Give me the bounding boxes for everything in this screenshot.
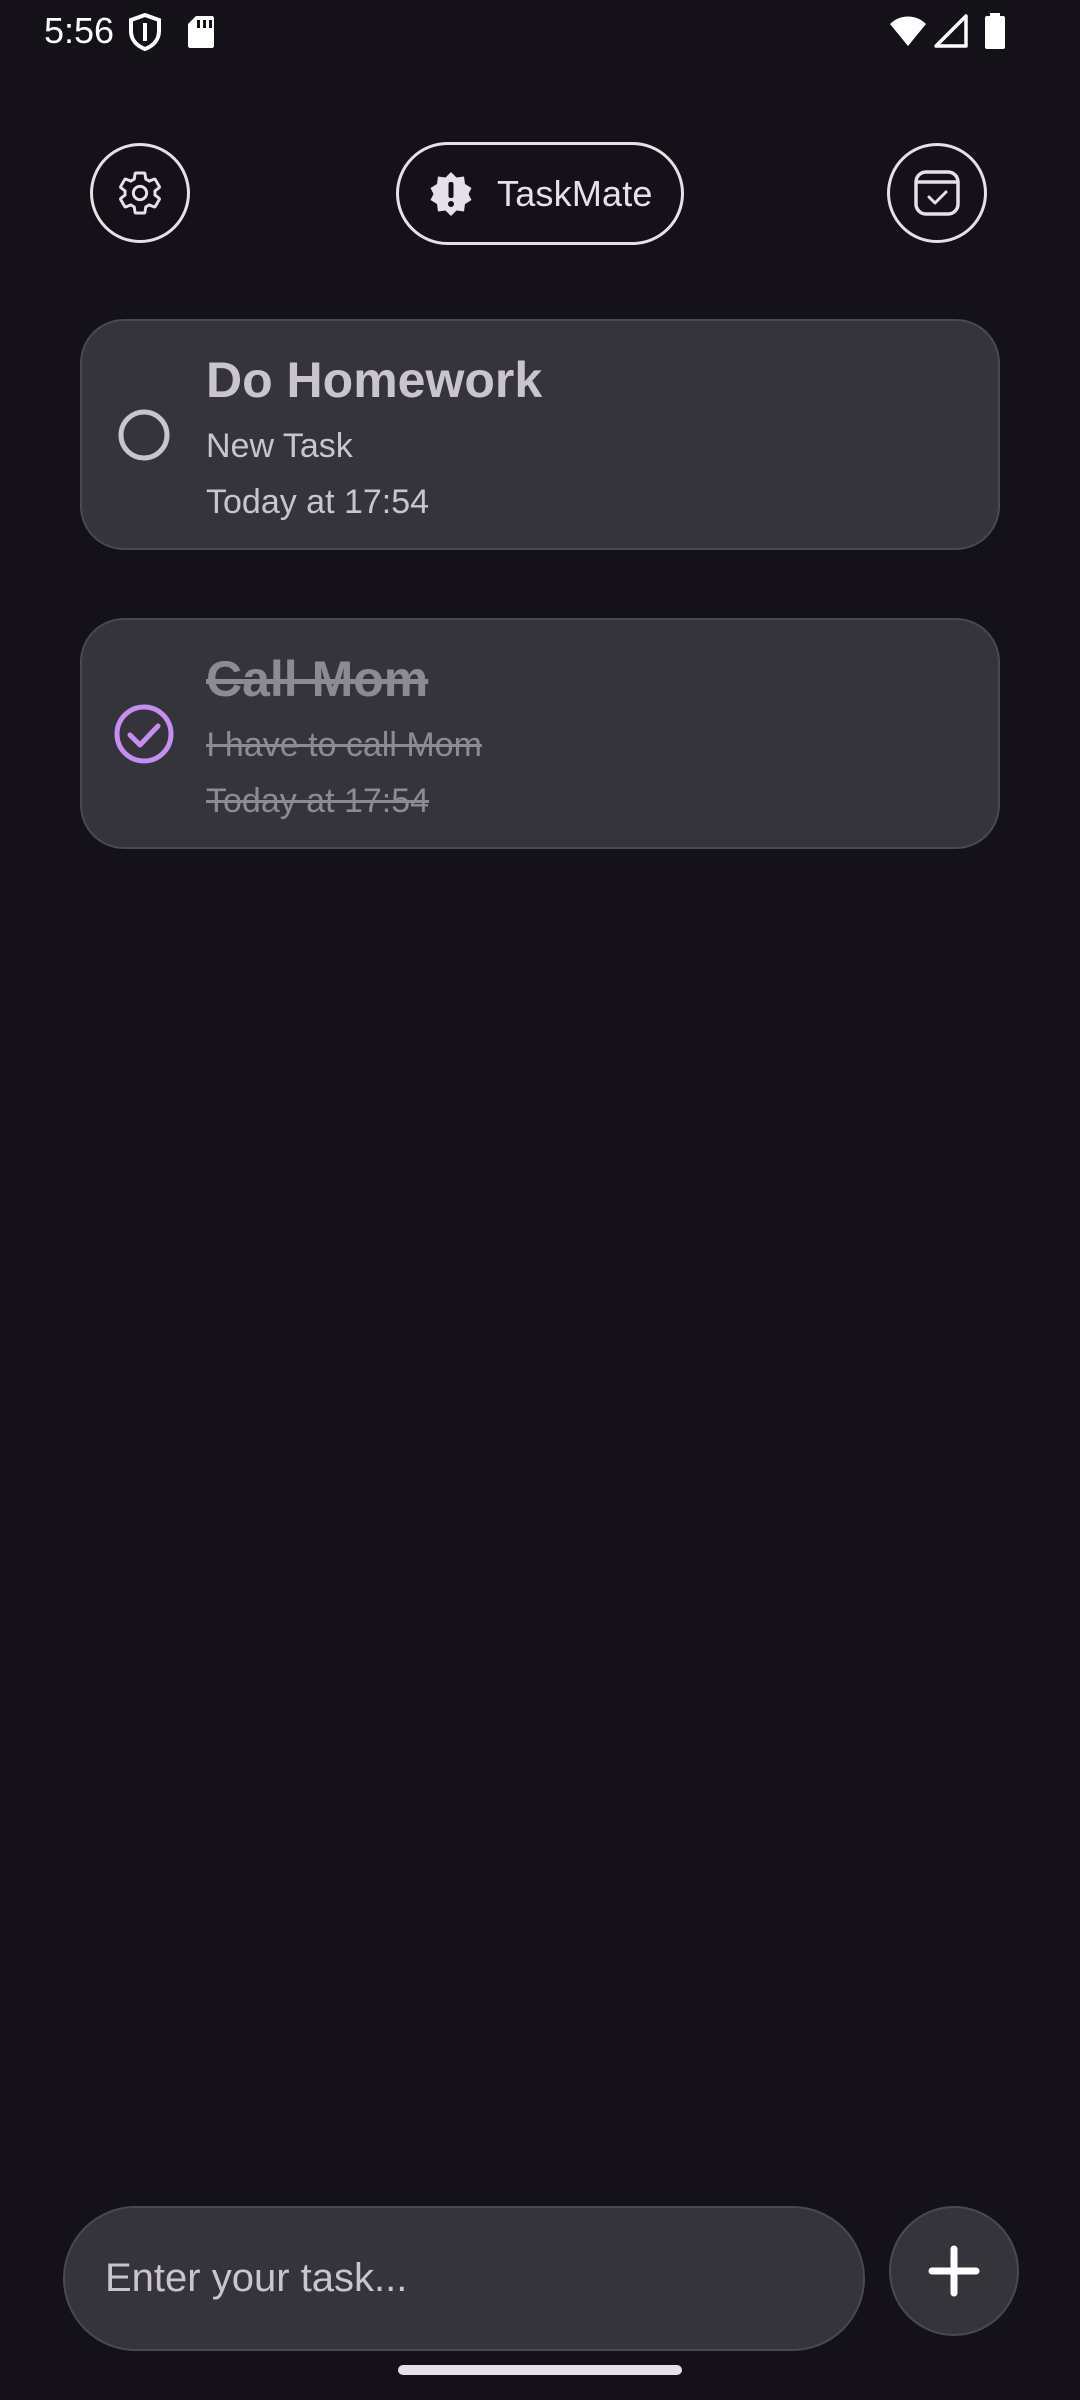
- alert-badge-icon: [430, 171, 472, 216]
- status-bar: 5:56: [0, 0, 1080, 64]
- screen: 5:56 TaskMate Do Homework New Task Today…: [0, 0, 1080, 2400]
- battery-icon: [985, 13, 1005, 49]
- wifi-icon: [890, 16, 926, 46]
- app-title: TaskMate: [497, 172, 653, 214]
- task-description: New Task: [206, 427, 353, 465]
- unchecked-circle-icon[interactable]: [114, 405, 174, 465]
- app-title-chip[interactable]: TaskMate: [396, 142, 684, 245]
- plus-icon: [928, 2245, 980, 2297]
- gear-icon: [119, 171, 161, 215]
- task-title: Call Mom: [206, 651, 429, 707]
- task-time: Today at 17:54: [206, 782, 430, 820]
- task-card[interactable]: Call Mom I have to call Mom Today at 17:…: [80, 618, 1000, 849]
- calendar-check-icon: [914, 170, 960, 216]
- task-description: I have to call Mom: [206, 726, 482, 764]
- task-input[interactable]: [63, 2206, 865, 2351]
- sd-card-icon: [188, 16, 214, 48]
- add-task-button[interactable]: [889, 2206, 1019, 2336]
- task-time: Today at 17:54: [206, 483, 430, 521]
- shield-icon: [129, 13, 161, 51]
- settings-button[interactable]: [90, 143, 190, 243]
- calendar-button[interactable]: [887, 143, 987, 243]
- status-time: 5:56: [44, 10, 115, 51]
- home-indicator[interactable]: [398, 2365, 682, 2375]
- cell-signal-icon: [934, 14, 968, 48]
- task-title: Do Homework: [206, 352, 543, 408]
- checked-circle-icon[interactable]: [114, 704, 174, 764]
- task-card[interactable]: Do Homework New Task Today at 17:54: [80, 319, 1000, 550]
